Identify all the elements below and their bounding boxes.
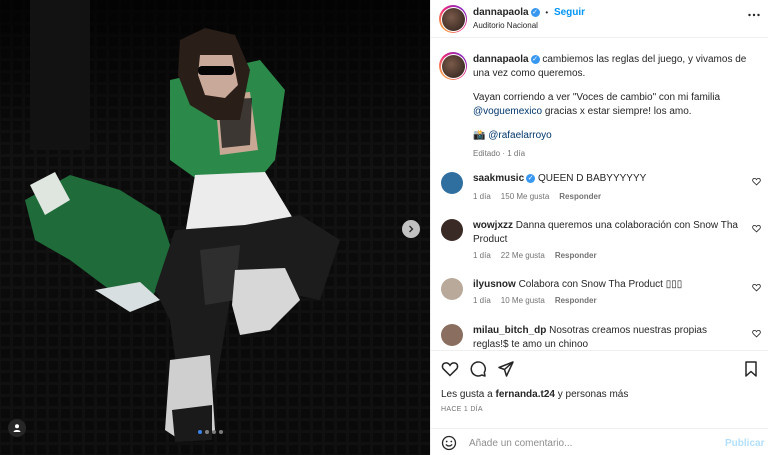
post-caption: dannapaola ✓ cambiemos las reglas del jue…	[473, 53, 758, 161]
like-button[interactable]	[441, 360, 459, 378]
post-photo[interactable]	[0, 0, 430, 455]
comment-time[interactable]: 1 día	[473, 251, 491, 260]
comment-likes[interactable]: 22 Me gusta	[501, 251, 545, 260]
reply-button[interactable]: Responder	[555, 296, 597, 305]
post-side-panel: dannapaola ✓ • Seguir Auditorio Nacional …	[430, 0, 768, 455]
comments-scroll[interactable]: dannapaola ✓ cambiemos las reglas del jue…	[431, 39, 768, 350]
post-header: dannapaola ✓ • Seguir Auditorio Nacional	[431, 0, 768, 38]
comment-text: wowjxzz Danna queremos una colaboración …	[473, 219, 743, 247]
comment-body: Danna queremos una colaboración con Snow…	[473, 220, 738, 245]
caption-line-2: Vayan corriendo a ver "Voces de cambio" …	[473, 92, 721, 103]
commenter-avatar[interactable]	[441, 172, 463, 194]
likes-summary[interactable]: Les gusta a fernanda.t24 y personas más	[441, 389, 628, 400]
next-slide-button[interactable]	[402, 220, 420, 238]
user-icon	[13, 424, 21, 432]
author-line: dannapaola ✓ • Seguir	[473, 7, 585, 18]
comment-like-button[interactable]	[752, 329, 761, 340]
commenter-username[interactable]: saakmusic	[473, 173, 524, 184]
comment-icon	[470, 361, 486, 377]
verified-badge-icon: ✓	[530, 54, 540, 64]
send-icon	[498, 361, 514, 377]
caption-username[interactable]: dannapaola	[473, 54, 529, 65]
follow-button[interactable]: Seguir	[554, 7, 585, 18]
comment-body: Colabora con Snow Tha Product ▯▯▯	[518, 279, 683, 290]
carousel-dots	[198, 430, 223, 434]
reply-button[interactable]: Responder	[559, 192, 601, 201]
verified-badge-icon: ✓	[530, 7, 540, 17]
camera-emoji: 📸	[473, 130, 486, 141]
comment-meta: 1 día 22 Me gusta Responder	[473, 251, 597, 260]
comment-text: saakmusic ✓ QUEEN D BABYYYYYY	[473, 172, 743, 186]
author-username[interactable]: dannapaola	[473, 7, 529, 18]
emoji-button[interactable]	[441, 435, 457, 454]
commenter-username[interactable]: ilyusnow	[473, 279, 516, 290]
verified-badge-icon: ✓	[526, 173, 536, 183]
comment-input[interactable]	[469, 435, 699, 451]
comment-like-button[interactable]	[752, 224, 761, 235]
caption-avatar[interactable]	[439, 52, 467, 80]
post-date[interactable]: HACE 1 DÍA	[441, 406, 483, 413]
chevron-right-icon	[409, 225, 414, 233]
commenter-avatar[interactable]	[441, 324, 463, 346]
photo-scene	[0, 0, 430, 455]
carousel-dot	[198, 430, 202, 434]
likes-suffix: y personas más	[557, 389, 629, 400]
commenter-avatar[interactable]	[441, 219, 463, 241]
likes-user[interactable]: fernanda.t24	[496, 389, 555, 400]
caption-meta: Editado · 1 día	[473, 149, 526, 158]
location-link[interactable]: Auditorio Nacional	[473, 21, 538, 30]
comment-text: milau_bitch_dp Nosotras creamos nuestras…	[473, 324, 743, 350]
comment-like-button[interactable]	[752, 177, 761, 188]
post-actions: Les gusta a fernanda.t24 y personas más …	[431, 350, 768, 422]
comment-meta: 1 día 10 Me gusta Responder	[473, 296, 597, 305]
heart-icon	[752, 224, 761, 233]
carousel-dot	[205, 430, 209, 434]
comment-meta: 1 día 150 Me gusta Responder	[473, 192, 601, 201]
tagged-users-button[interactable]	[8, 419, 26, 437]
comment-composer: Publicar	[431, 428, 768, 455]
bookmark-icon	[745, 361, 757, 377]
more-horizontal-icon	[748, 13, 760, 17]
commenter-username[interactable]: wowjxzz	[473, 220, 513, 231]
reply-button[interactable]: Responder	[555, 251, 597, 260]
comment-body: QUEEN D BABYYYYYY	[537, 173, 647, 184]
carousel-dot	[219, 430, 223, 434]
publish-button[interactable]: Publicar	[725, 438, 764, 449]
comment-text: ilyusnow Colabora con Snow Tha Product ▯…	[473, 278, 743, 292]
comment-time[interactable]: 1 día	[473, 296, 491, 305]
commenter-avatar[interactable]	[441, 278, 463, 300]
comment-time[interactable]: 1 día	[473, 192, 491, 201]
comment-button[interactable]	[469, 360, 487, 378]
caption-line-2-end: gracias x estar siempre! los amo.	[544, 106, 692, 117]
save-button[interactable]	[742, 360, 760, 378]
heart-icon	[752, 329, 761, 338]
commenter-username[interactable]: milau_bitch_dp	[473, 325, 546, 336]
author-avatar[interactable]	[439, 5, 467, 33]
heart-icon	[441, 362, 459, 377]
more-options-button[interactable]	[747, 8, 761, 25]
carousel-dot	[212, 430, 216, 434]
mention-rafaelarroyo[interactable]: @rafaelarroyo	[488, 130, 552, 141]
comment-likes[interactable]: 10 Me gusta	[501, 296, 545, 305]
mention-voguemexico[interactable]: @voguemexico	[473, 106, 542, 117]
post-modal: dannapaola ✓ • Seguir Auditorio Nacional …	[0, 0, 768, 455]
heart-icon	[752, 283, 761, 292]
share-button[interactable]	[497, 360, 515, 378]
comment-likes[interactable]: 150 Me gusta	[501, 192, 549, 201]
comment-like-button[interactable]	[752, 283, 761, 294]
likes-prefix: Les gusta a	[441, 389, 493, 400]
heart-icon	[752, 177, 761, 186]
emoji-icon	[441, 435, 457, 451]
header-separator: •	[545, 8, 549, 17]
